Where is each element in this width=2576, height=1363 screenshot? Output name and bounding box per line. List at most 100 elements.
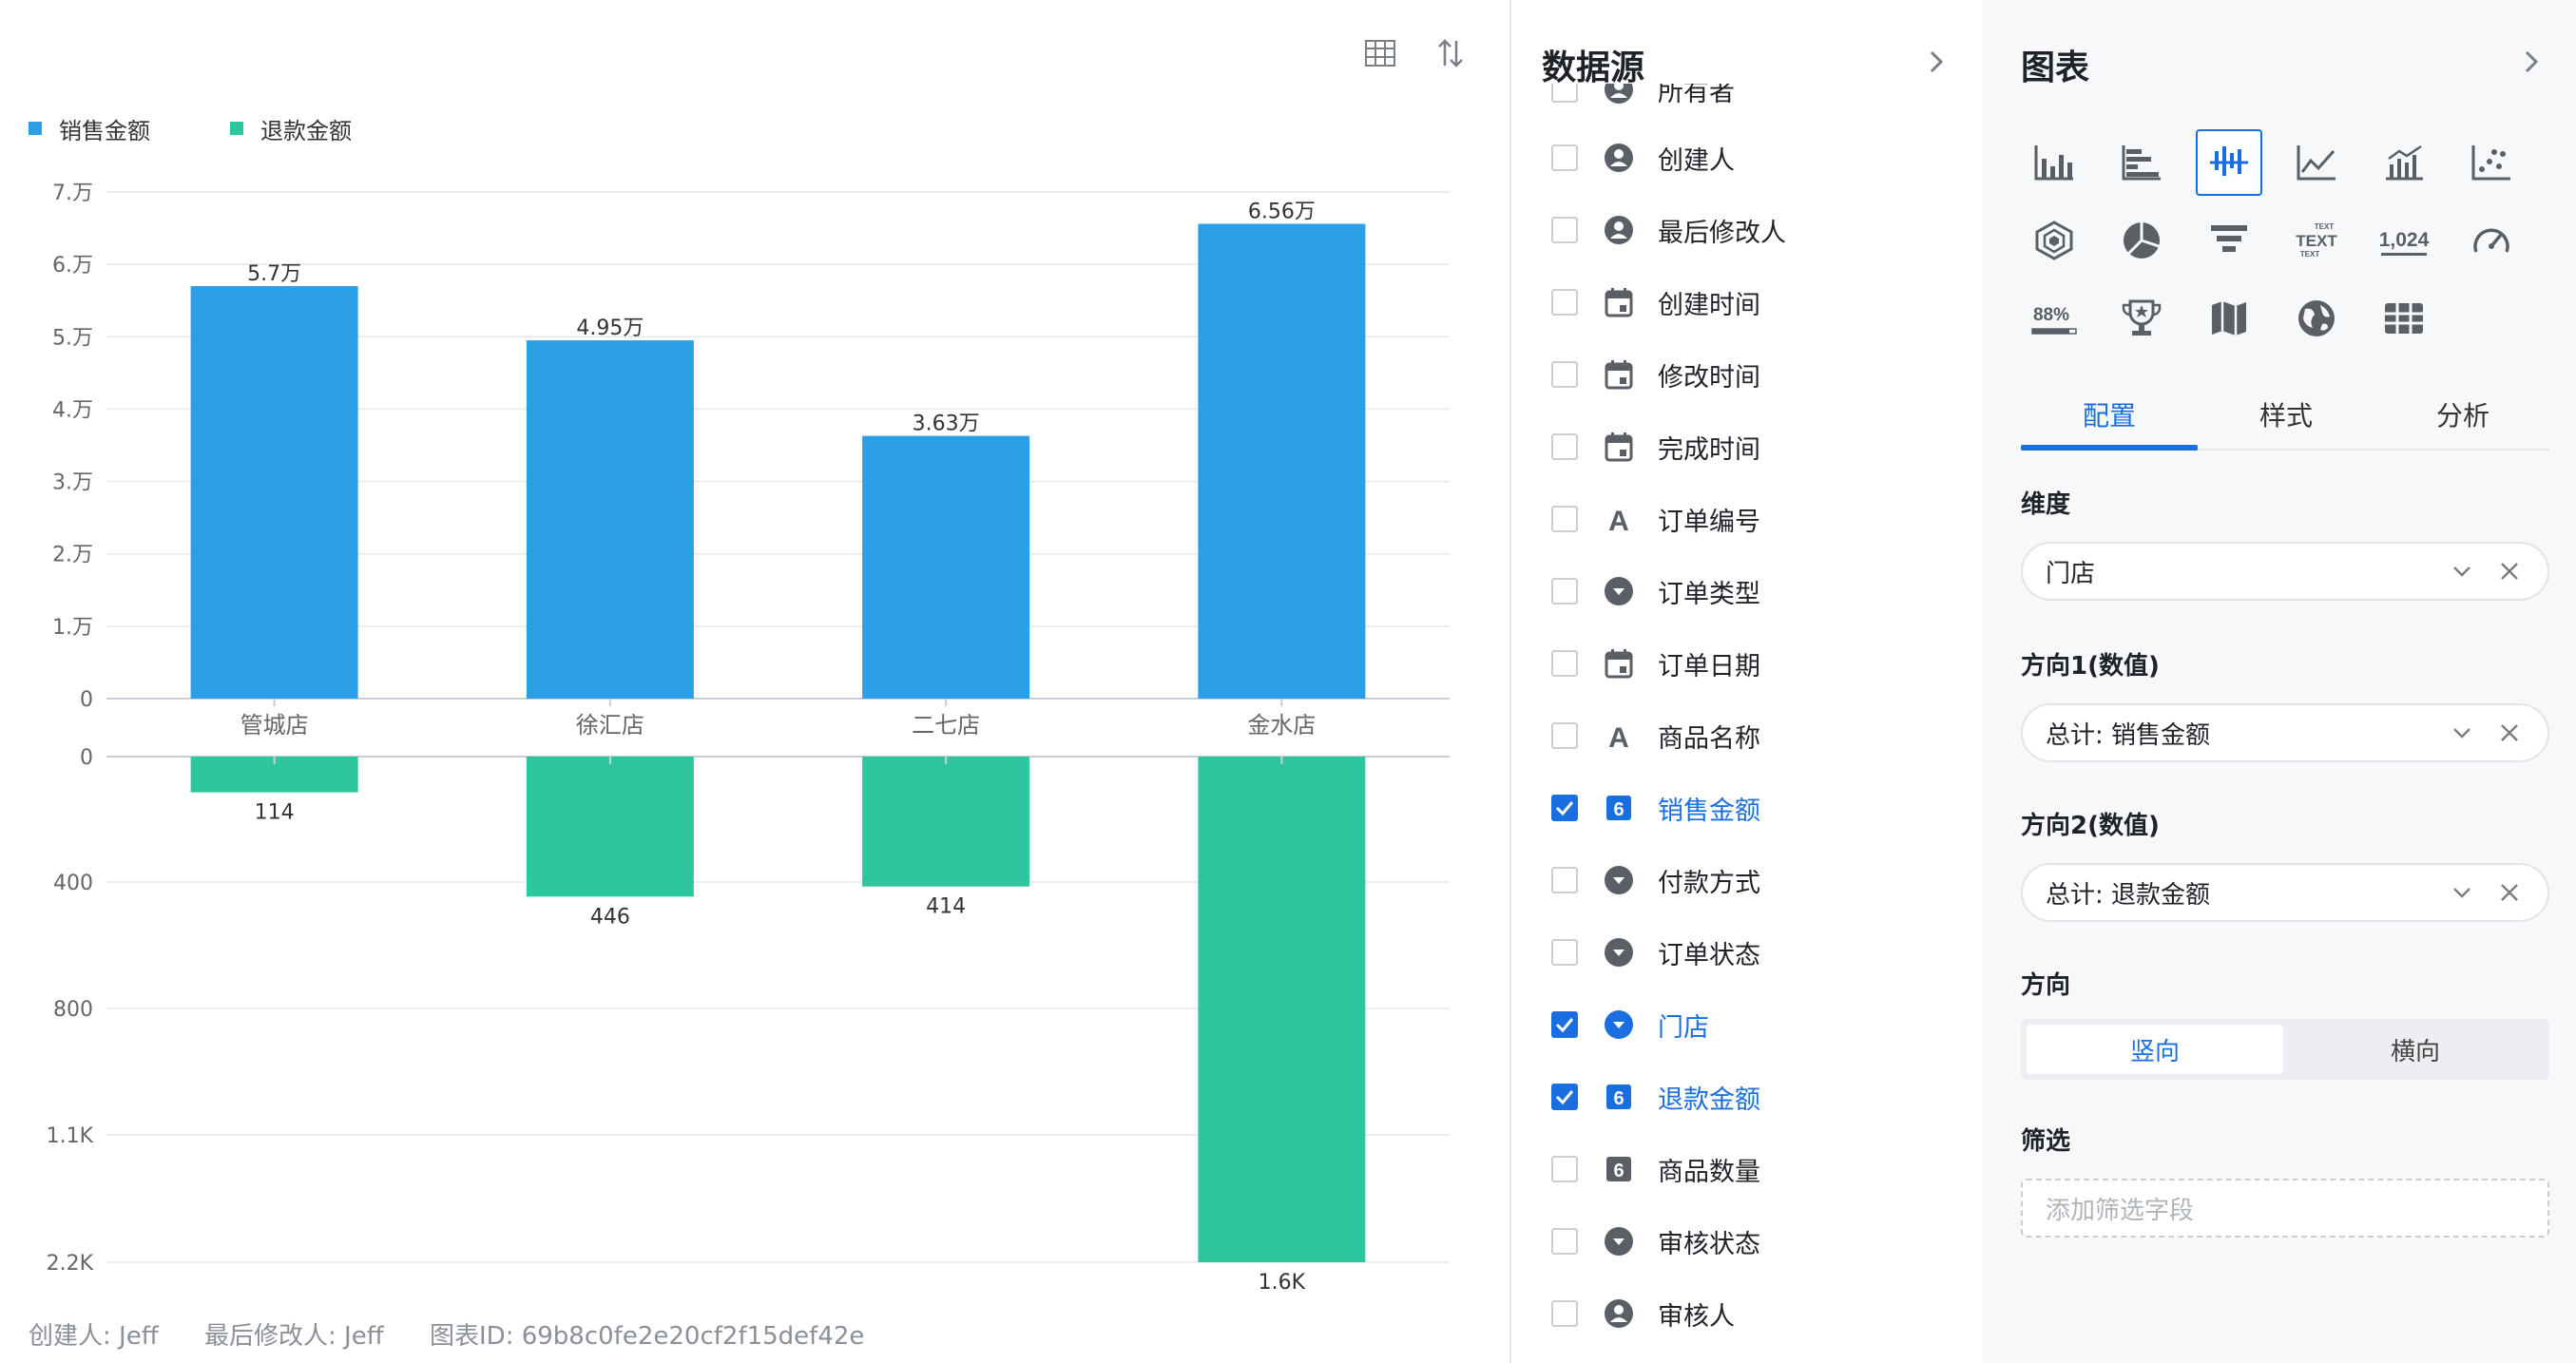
chevron-down-icon[interactable] <box>2447 718 2477 748</box>
word-cloud-icon[interactable]: TEXT TEXT TEXT <box>2283 207 2350 274</box>
field-checkbox[interactable] <box>1551 506 1578 532</box>
pivot-table-icon[interactable] <box>2371 285 2437 352</box>
bar-refund[interactable] <box>1198 757 1366 1262</box>
map-icon[interactable] <box>2196 285 2262 352</box>
dir1-field[interactable]: 总计: 销售金额 <box>2021 703 2549 762</box>
dir2-field[interactable]: 总计: 退款金额 <box>2021 863 2549 922</box>
bidirectional-bar-chart-icon[interactable] <box>2196 129 2262 196</box>
field-item[interactable]: 门店 <box>1551 1002 1709 1047</box>
field-checkbox[interactable] <box>1551 578 1578 605</box>
close-icon[interactable] <box>2494 718 2525 748</box>
dimension-label: 维度 <box>2021 490 2071 519</box>
field-item[interactable]: 6 商品数量 <box>1551 1146 1760 1192</box>
y-tick-label: 6.万 <box>52 254 93 278</box>
funnel-chart-icon[interactable] <box>2196 207 2262 274</box>
chart-id: 图表ID: 69b8c0fe2e20cf2f15def42e <box>430 1322 865 1351</box>
horizontal-bar-chart-icon[interactable] <box>2108 129 2175 196</box>
combo-chart-icon[interactable] <box>2371 129 2437 196</box>
field-item[interactable]: 审核状态 <box>1551 1219 1760 1264</box>
tab-style[interactable]: 样式 <box>2198 380 2374 449</box>
globe-icon[interactable] <box>2283 285 2350 352</box>
field-checkbox[interactable] <box>1551 361 1578 388</box>
number-card-icon[interactable]: 1,024 <box>2371 207 2437 274</box>
field-item[interactable]: 6 退款金额 <box>1551 1074 1760 1120</box>
field-item[interactable]: 6 销售金额 <box>1551 785 1760 831</box>
field-item[interactable]: 审核人 <box>1551 1291 1735 1336</box>
field-checkbox[interactable] <box>1551 433 1578 460</box>
progress-icon[interactable]: 88% <box>2021 285 2087 352</box>
chevron-down-icon[interactable] <box>2447 556 2477 586</box>
field-item[interactable]: 创建时间 <box>1551 279 1760 325</box>
field-item[interactable]: A 订单编号 <box>1551 496 1760 542</box>
ranking-icon[interactable] <box>2108 285 2175 352</box>
field-label: 创建时间 <box>1658 290 1760 320</box>
close-icon[interactable] <box>2494 556 2525 586</box>
y2-tick-label: 1.1K <box>47 1124 94 1148</box>
bar-refund[interactable] <box>862 757 1030 887</box>
line-chart-icon[interactable] <box>2283 129 2350 196</box>
chevron-down-icon[interactable] <box>2447 877 2477 908</box>
field-item[interactable]: 修改时间 <box>1551 352 1760 397</box>
field-item[interactable]: 订单状态 <box>1551 930 1760 975</box>
field-item[interactable]: 付款方式 <box>1551 857 1760 903</box>
field-checkbox[interactable] <box>1551 1084 1578 1110</box>
chart-config-panel: 图表 TEXT TEXT TEXT 1,024 88% 配置 样式 分析 维度 门店 方… <box>1983 0 2576 1363</box>
bar-sales[interactable] <box>1198 223 1366 699</box>
bar-sales[interactable] <box>862 435 1030 699</box>
bar-label-sales: 6.56万 <box>1248 201 1316 224</box>
field-checkbox[interactable] <box>1551 1156 1578 1182</box>
check-icon <box>1555 1090 1574 1104</box>
svg-text:A: A <box>1608 722 1629 751</box>
field-item[interactable]: 完成时间 <box>1551 424 1760 470</box>
dimension-field[interactable]: 门店 <box>2021 542 2549 601</box>
field-checkbox[interactable] <box>1551 939 1578 966</box>
field-checkbox[interactable] <box>1551 217 1578 243</box>
field-label: 付款方式 <box>1658 868 1760 898</box>
chevron-right-icon[interactable] <box>1920 46 1952 78</box>
direction-horizontal[interactable]: 横向 <box>2287 1025 2544 1074</box>
bar-sales[interactable] <box>190 285 358 699</box>
field-checkbox[interactable] <box>1551 289 1578 316</box>
field-item[interactable]: A 商品名称 <box>1551 713 1760 758</box>
bar-label-sales: 4.95万 <box>576 317 644 340</box>
field-checkbox[interactable] <box>1551 867 1578 893</box>
y-tick-label: 7.万 <box>52 182 93 205</box>
svg-text:6: 6 <box>1613 1088 1624 1109</box>
person-icon <box>1603 1297 1635 1330</box>
scatter-chart-icon[interactable] <box>2458 129 2525 196</box>
radar-chart-icon[interactable] <box>2021 207 2087 274</box>
number-icon: 6 <box>1603 1153 1635 1185</box>
field-checkbox[interactable] <box>1551 1300 1578 1327</box>
calendar-icon <box>1603 286 1635 318</box>
bar-sales[interactable] <box>526 340 694 699</box>
field-label: 订单编号 <box>1658 507 1760 537</box>
field-checkbox[interactable] <box>1551 1228 1578 1255</box>
field-label: 审核人 <box>1658 1301 1735 1332</box>
field-item[interactable]: 订单类型 <box>1551 568 1760 614</box>
field-label: 审核状态 <box>1658 1229 1760 1259</box>
add-filter-field[interactable]: 添加筛选字段 <box>2021 1179 2549 1238</box>
tab-analysis[interactable]: 分析 <box>2374 380 2551 449</box>
dropdown-icon <box>1603 864 1635 896</box>
pie-chart-icon[interactable] <box>2108 207 2175 274</box>
bar-chart-icon[interactable] <box>2021 129 2087 196</box>
direction-vertical[interactable]: 竖向 <box>2027 1025 2283 1074</box>
creator-info: 创建人: Jeff <box>29 1322 159 1351</box>
field-checkbox[interactable] <box>1551 795 1578 821</box>
bar-label-refund: 114 <box>255 801 295 825</box>
gauge-chart-icon[interactable] <box>2458 207 2525 274</box>
field-checkbox[interactable] <box>1551 144 1578 171</box>
field-label: 订单日期 <box>1658 651 1760 682</box>
field-item[interactable]: 订单日期 <box>1551 641 1760 686</box>
close-icon[interactable] <box>2494 877 2525 908</box>
number-icon: 6 <box>1603 792 1635 824</box>
field-item[interactable]: 最后修改人 <box>1551 207 1786 253</box>
field-checkbox[interactable] <box>1551 650 1578 677</box>
bar-refund[interactable] <box>526 757 694 897</box>
dir2-label: 方向2(数值) <box>2021 812 2160 840</box>
field-item[interactable]: 创建人 <box>1551 135 1735 181</box>
field-checkbox[interactable] <box>1551 722 1578 749</box>
field-checkbox[interactable] <box>1551 1011 1578 1038</box>
chevron-right-icon[interactable] <box>2515 46 2547 78</box>
tab-config[interactable]: 配置 <box>2021 380 2198 449</box>
